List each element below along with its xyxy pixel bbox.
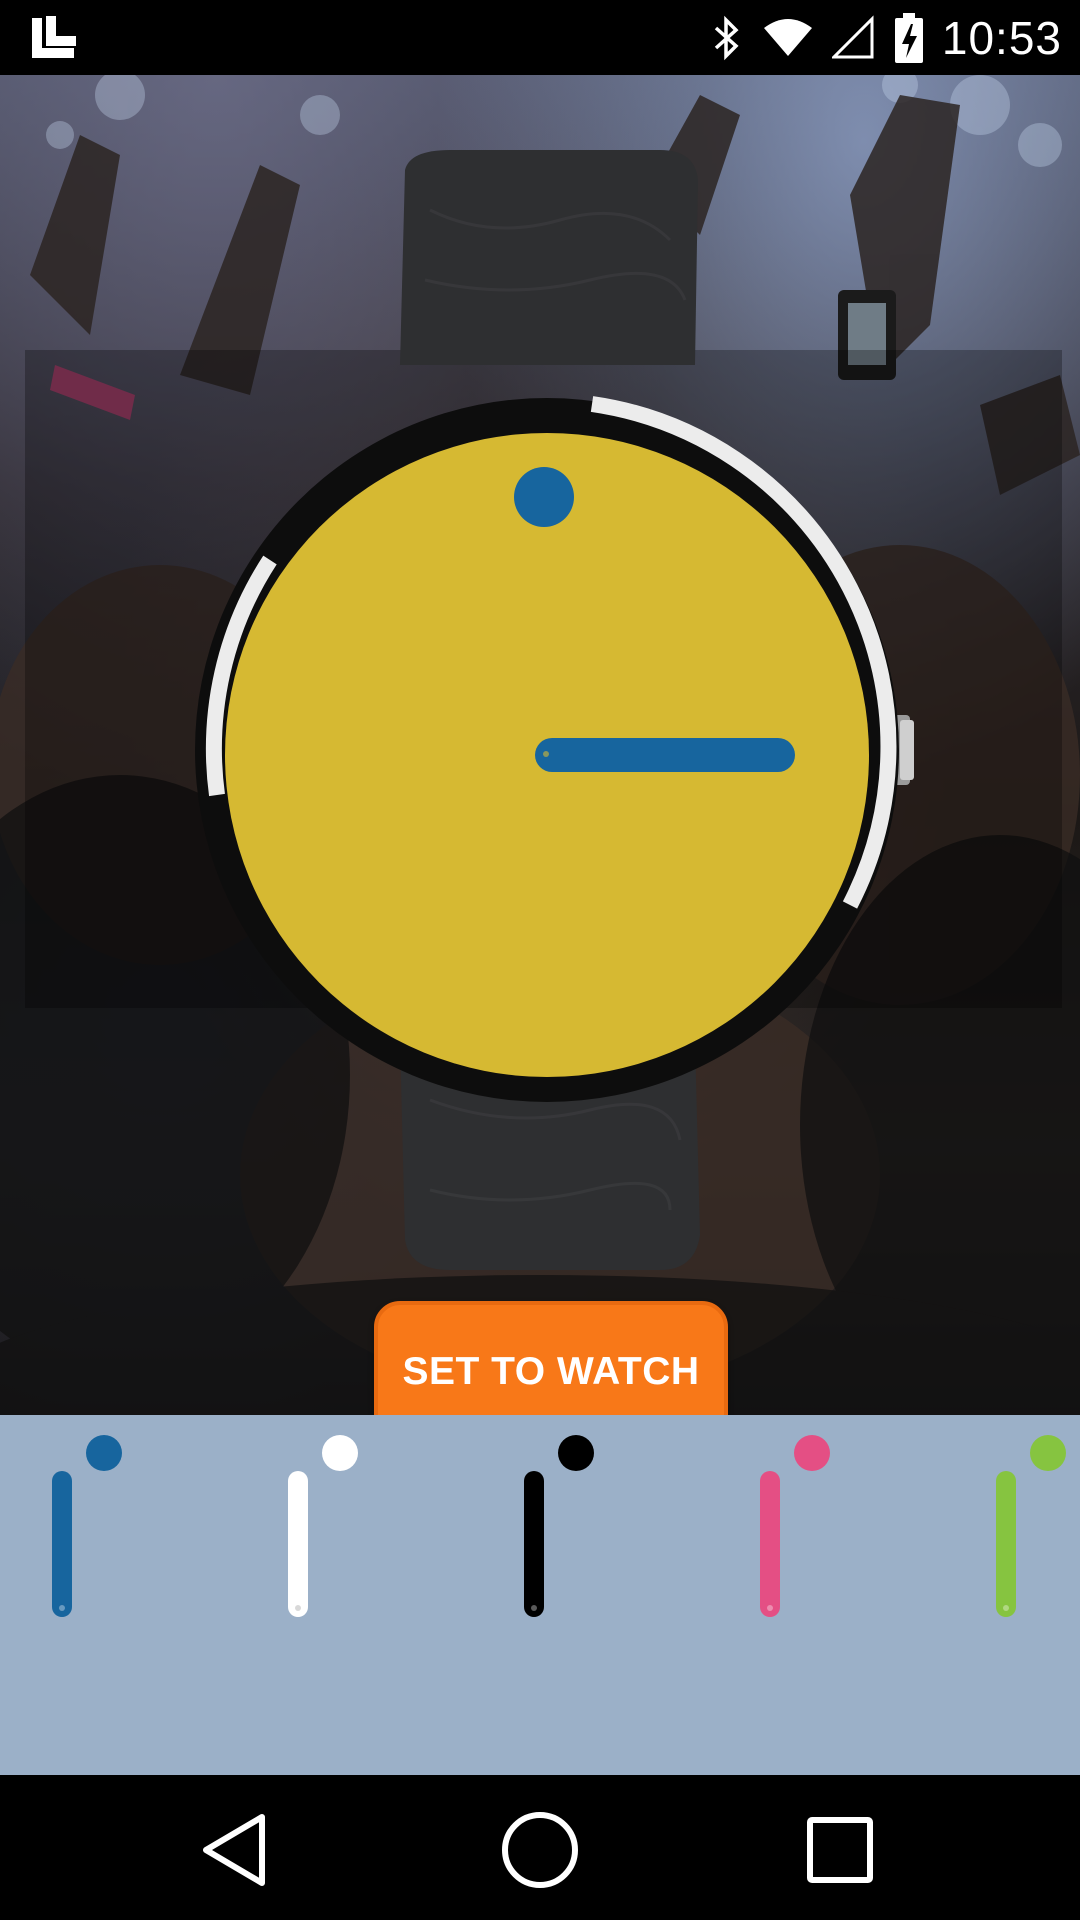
swatch-hour-dot xyxy=(86,1435,122,1471)
swatch-hand-bar xyxy=(760,1471,780,1617)
cell-signal-icon xyxy=(831,15,874,59)
color-swatch-green[interactable] xyxy=(996,1435,1080,1635)
swatch-pivot xyxy=(295,1605,301,1611)
home-icon[interactable] xyxy=(495,1805,585,1895)
swatch-hand-bar xyxy=(996,1471,1016,1617)
swatch-pivot xyxy=(59,1605,65,1611)
set-to-watch-button[interactable]: SET TO WATCH xyxy=(374,1301,728,1415)
color-swatch-blue[interactable] xyxy=(52,1435,172,1635)
hand-color-picker xyxy=(0,1415,1080,1775)
wifi-icon xyxy=(763,19,812,56)
swatch-hand-bar xyxy=(524,1471,544,1617)
swatch-hand-bar xyxy=(52,1471,72,1617)
navigation-bar xyxy=(0,1775,1080,1920)
swatch-pivot xyxy=(1003,1605,1009,1611)
color-swatch-black[interactable] xyxy=(524,1435,644,1635)
watch-preview xyxy=(195,150,914,1270)
bluetooth-icon xyxy=(714,15,739,61)
back-icon[interactable] xyxy=(192,1805,282,1895)
swatch-hand-bar xyxy=(288,1471,308,1617)
swatch-hour-dot xyxy=(322,1435,358,1471)
status-icons: 10:53 xyxy=(710,6,1062,70)
swatch-hour-dot xyxy=(794,1435,830,1471)
swatch-hour-dot xyxy=(558,1435,594,1471)
recents-icon[interactable] xyxy=(795,1805,885,1895)
status-bar: 10:53 xyxy=(0,0,1080,75)
swatch-pivot xyxy=(767,1605,773,1611)
swatch-hour-dot xyxy=(1030,1435,1066,1471)
clock-time: 10:53 xyxy=(941,12,1062,64)
background-photo: SET TO WATCH xyxy=(0,75,1080,1415)
swatch-pivot xyxy=(531,1605,537,1611)
battery-charging-icon xyxy=(894,13,923,63)
color-swatch-white[interactable] xyxy=(288,1435,408,1635)
launcher-icon xyxy=(32,16,76,58)
color-swatch-pink[interactable] xyxy=(760,1435,880,1635)
